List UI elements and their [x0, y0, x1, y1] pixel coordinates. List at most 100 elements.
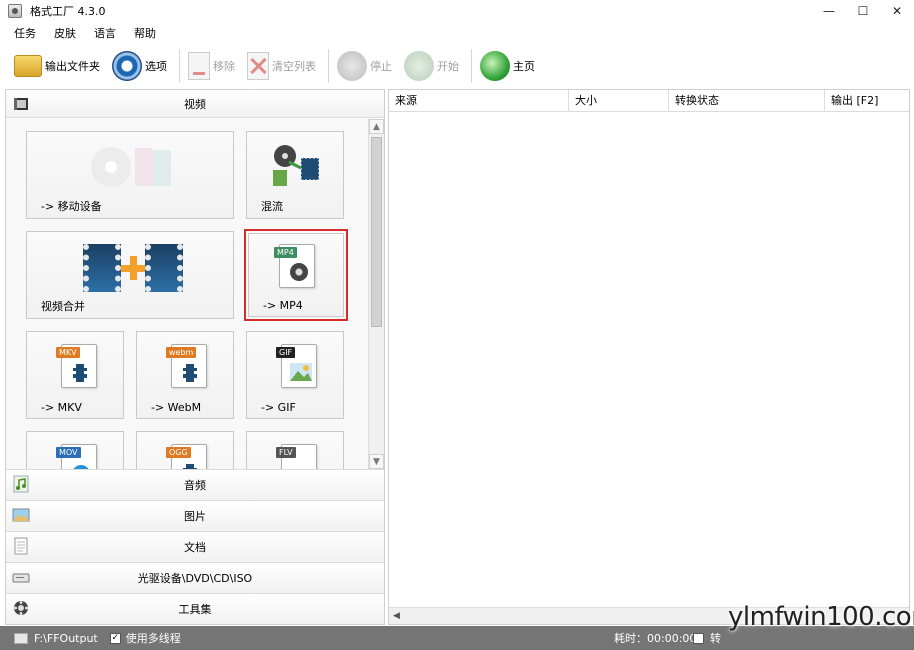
- tile-to-mkv[interactable]: MKV -> MKV: [26, 331, 124, 419]
- multithread-checkbox[interactable]: ✓: [109, 632, 121, 644]
- function-panel: 视频 -> 移动设备 混流 视频合并 MP4 -> MP4 MKV -> MKV…: [5, 89, 385, 625]
- gif-badge: GIF: [276, 347, 296, 358]
- scroll-up-arrow-icon[interactable]: ▲: [369, 119, 384, 134]
- tile-mobile-device[interactable]: -> 移动设备: [26, 131, 234, 219]
- category-image[interactable]: 图片: [6, 500, 384, 531]
- toolbar: 输出文件夹 选项 移除 清空列表 停止 开始 主页: [0, 44, 914, 88]
- tile-gif-label: -> GIF: [261, 401, 296, 414]
- menu-task[interactable]: 任务: [14, 25, 36, 41]
- mobile-device-icon: [91, 147, 171, 187]
- category-list: 音频 图片 文档 光驱设备\DVD\CD\ISO 工具集: [6, 469, 384, 624]
- tile-webm-label: -> WebM: [151, 401, 202, 414]
- film-reel-icon: [290, 263, 308, 281]
- start-icon: [404, 51, 434, 81]
- tools-gear-icon: [14, 601, 28, 615]
- close-button[interactable]: ✕: [880, 0, 914, 22]
- window-title: 格式工厂 4.3.0: [30, 5, 106, 18]
- window-controls: — ☐ ✕: [812, 0, 914, 22]
- category-document[interactable]: 文档: [6, 531, 384, 562]
- menu-help[interactable]: 帮助: [134, 25, 156, 41]
- home-globe-icon: [480, 51, 510, 81]
- tile-mux[interactable]: 混流: [246, 131, 344, 219]
- tile-mux-label: 混流: [261, 200, 283, 213]
- output-folder-label: 输出文件夹: [45, 60, 100, 73]
- column-size[interactable]: 大小: [569, 90, 669, 112]
- film-icon: [73, 364, 87, 382]
- column-source[interactable]: 来源: [389, 90, 569, 112]
- menu-skin[interactable]: 皮肤: [54, 25, 76, 41]
- options-button[interactable]: 选项: [112, 48, 167, 84]
- task-list-header: 来源 大小 转换状态 输出 [F2]: [389, 90, 909, 112]
- options-label: 选项: [145, 60, 167, 73]
- image-landscape-icon: [290, 363, 312, 381]
- clear-list-button[interactable]: 清空列表: [247, 48, 316, 84]
- tile-mp4-label: -> MP4: [263, 299, 303, 312]
- title-bar: 格式工厂 4.3.0 — ☐ ✕: [0, 0, 914, 22]
- output-path[interactable]: F:\FFOutput: [34, 632, 98, 645]
- category-tools-label: 工具集: [178, 603, 212, 616]
- ogg-file-icon: OGG: [166, 444, 207, 469]
- stop-label: 停止: [370, 60, 392, 73]
- mp4-badge: MP4: [274, 247, 297, 258]
- tile-merge-label: 视频合并: [41, 300, 85, 313]
- plus-icon: [121, 256, 145, 280]
- category-audio[interactable]: 音频: [6, 469, 384, 500]
- flv-file-icon: FLV: [276, 444, 317, 469]
- after-convert-checkbox[interactable]: [693, 632, 704, 644]
- tile-to-flv[interactable]: FLV: [246, 431, 344, 469]
- category-optical-drive[interactable]: 光驱设备\DVD\CD\ISO: [6, 562, 384, 593]
- tile-video-merge[interactable]: 视频合并: [26, 231, 234, 319]
- remove-button[interactable]: 移除: [188, 48, 235, 84]
- tile-mkv-label: -> MKV: [41, 401, 82, 414]
- category-video[interactable]: 视频: [6, 90, 384, 118]
- tile-to-mov[interactable]: MOV: [26, 431, 124, 469]
- category-video-label: 视频: [184, 97, 206, 111]
- output-folder-button[interactable]: 输出文件夹: [14, 48, 100, 84]
- after-convert-label: 转: [710, 632, 721, 645]
- film-right-icon: [145, 244, 183, 292]
- site-watermark: ylmfwin100.com: [728, 602, 914, 632]
- flv-badge: FLV: [276, 447, 296, 458]
- optical-drive-icon: [12, 573, 30, 583]
- category-tools[interactable]: 工具集: [6, 593, 384, 624]
- category-audio-label: 音频: [184, 479, 206, 492]
- mov-file-icon: MOV: [56, 444, 97, 469]
- picture-icon: [12, 508, 30, 522]
- column-status[interactable]: 转换状态: [669, 90, 825, 112]
- app-icon: [8, 4, 22, 18]
- menu-bar: 任务 皮肤 语言 帮助: [0, 22, 914, 44]
- remove-label: 移除: [213, 60, 235, 73]
- mkv-file-icon: MKV: [56, 344, 97, 388]
- minimize-button[interactable]: —: [812, 0, 846, 22]
- start-button[interactable]: 开始: [404, 48, 459, 84]
- tile-to-mp4[interactable]: MP4 -> MP4: [244, 229, 348, 321]
- video-clapper-icon: [14, 98, 28, 110]
- elapsed-time: 耗时：00:00:00: [614, 632, 697, 645]
- tile-mobile-label: -> 移动设备: [41, 200, 102, 213]
- toolbar-separator: [179, 49, 180, 83]
- output-folder-icon[interactable]: [14, 632, 28, 644]
- maximize-button[interactable]: ☐: [846, 0, 880, 22]
- mkv-badge: MKV: [56, 347, 80, 358]
- tile-grid-scrollbar[interactable]: ▲ ▼: [368, 119, 384, 469]
- tile-to-ogg[interactable]: OGG: [136, 431, 234, 469]
- home-button[interactable]: 主页: [480, 48, 535, 84]
- multithread-label: 使用多线程: [125, 632, 181, 645]
- tile-to-webm[interactable]: webm -> WebM: [136, 331, 234, 419]
- tile-to-gif[interactable]: GIF -> GIF: [246, 331, 344, 419]
- scroll-left-arrow-icon[interactable]: ◀: [393, 611, 400, 621]
- mux-icon: [273, 145, 320, 186]
- scroll-down-arrow-icon[interactable]: ▼: [369, 454, 384, 469]
- clear-icon: [247, 52, 269, 80]
- film-left-icon: [83, 244, 121, 292]
- stop-button[interactable]: 停止: [337, 48, 392, 84]
- webm-badge: webm: [166, 347, 197, 358]
- film-icon: [183, 364, 197, 382]
- remove-icon: [188, 52, 210, 80]
- video-tile-grid: -> 移动设备 混流 视频合并 MP4 -> MP4 MKV -> MKV we…: [6, 119, 368, 469]
- column-output[interactable]: 输出 [F2]: [825, 90, 909, 112]
- music-note-icon: [13, 475, 29, 493]
- stop-icon: [337, 51, 367, 81]
- scroll-thumb[interactable]: [371, 137, 382, 327]
- menu-language[interactable]: 语言: [94, 25, 116, 41]
